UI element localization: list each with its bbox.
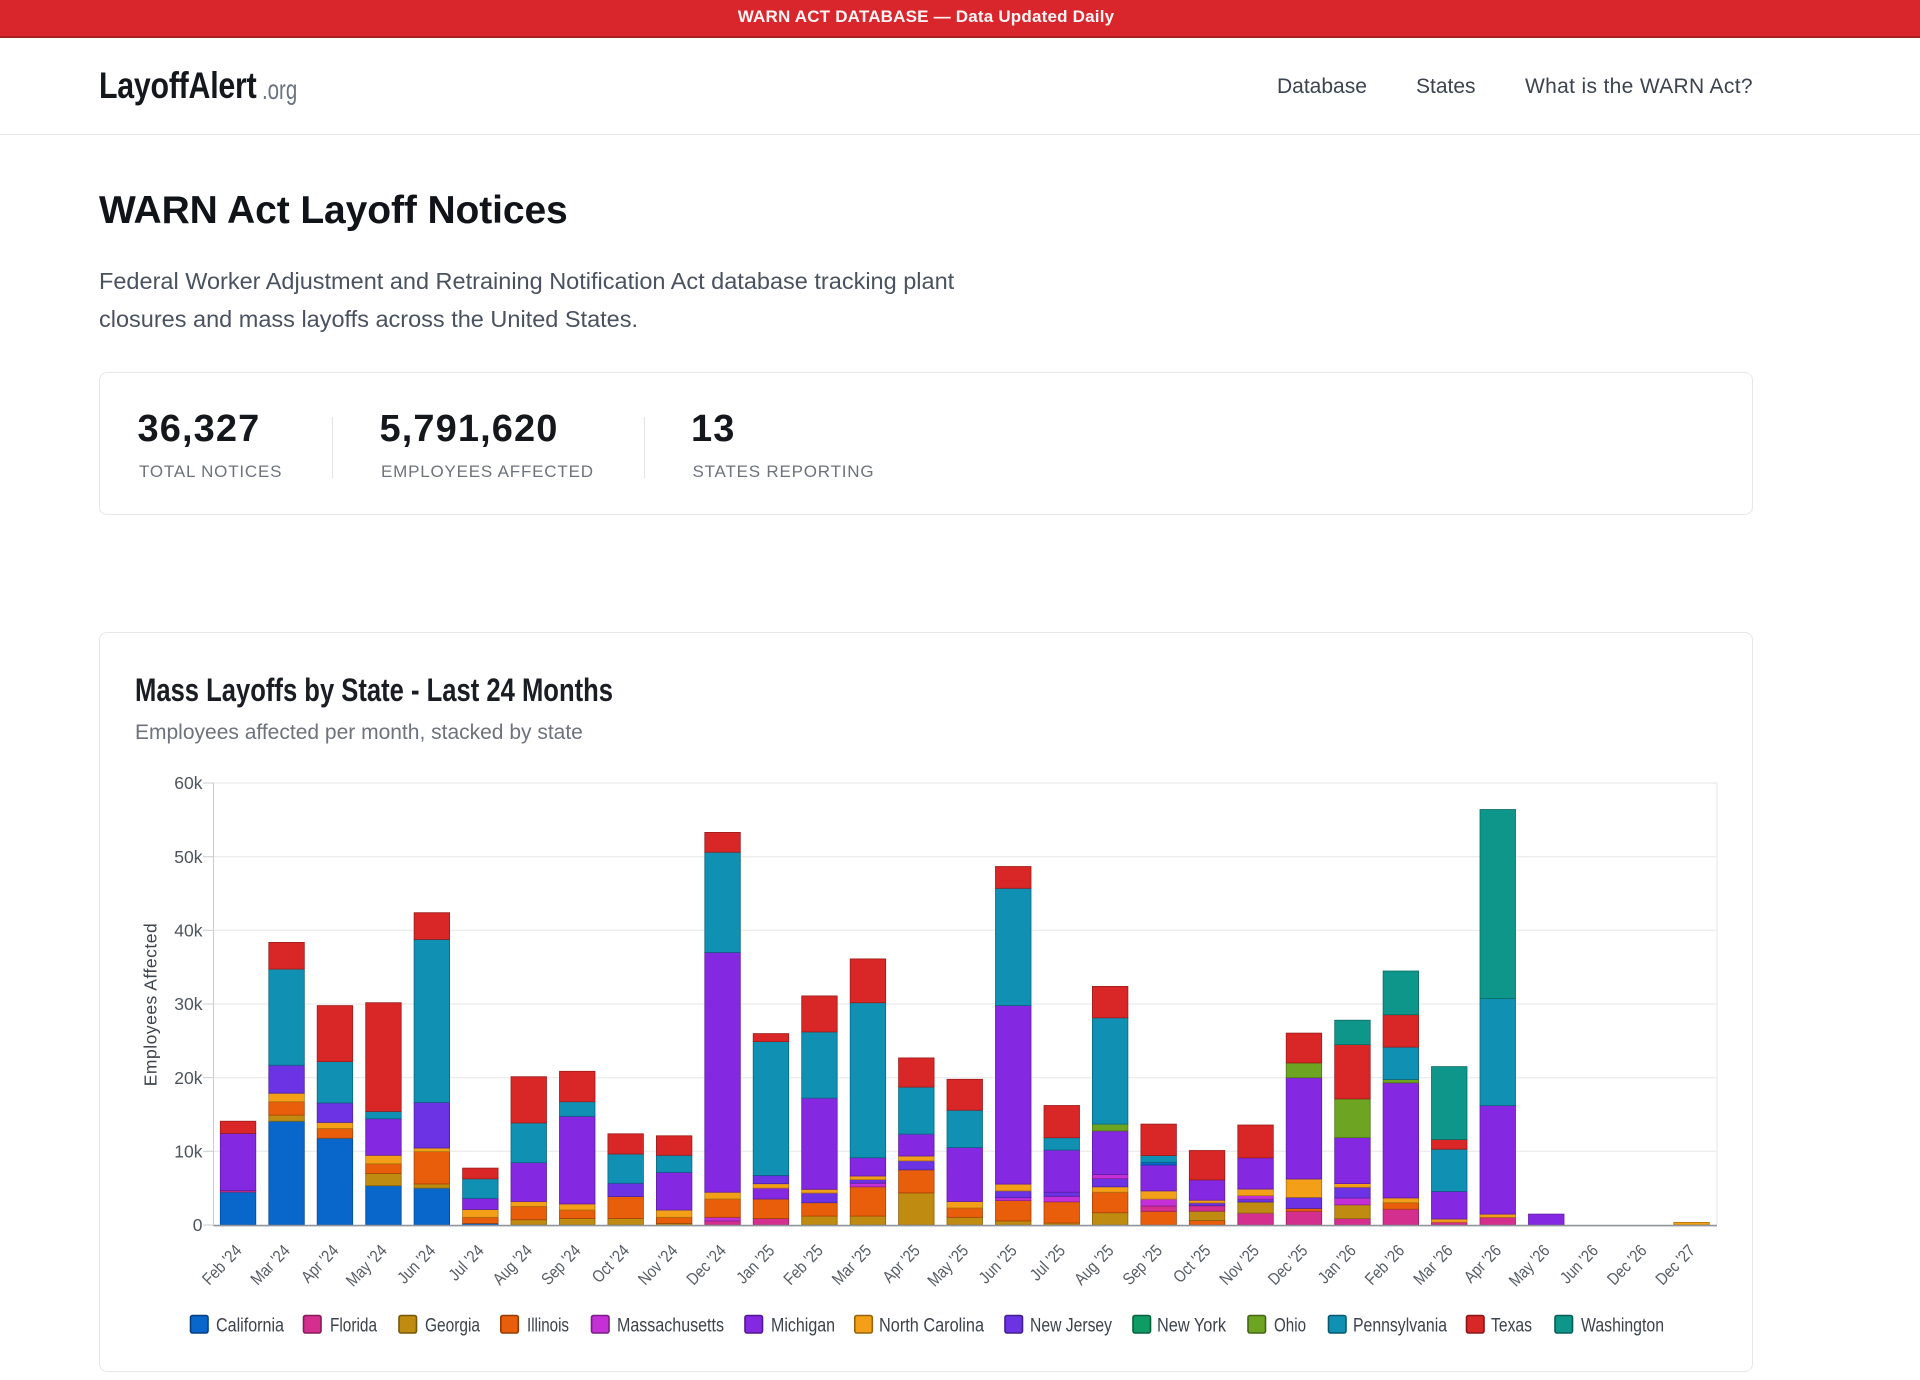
svg-text:Illinois: Illinois <box>527 1316 569 1337</box>
svg-text:20k: 20k <box>174 1068 202 1088</box>
svg-text:Employees Affected: Employees Affected <box>141 923 161 1086</box>
svg-text:May '26: May '26 <box>1505 1241 1553 1290</box>
svg-text:30k: 30k <box>174 994 202 1014</box>
svg-text:California: California <box>216 1316 284 1337</box>
svg-text:Florida: Florida <box>330 1316 377 1337</box>
svg-text:May '25: May '25 <box>924 1241 972 1290</box>
svg-text:50k: 50k <box>174 847 202 867</box>
svg-text:40k: 40k <box>174 921 202 941</box>
svg-text:Aug '24: Aug '24 <box>489 1241 536 1289</box>
svg-text:Jul '24: Jul '24 <box>445 1241 488 1284</box>
svg-text:Texas: Texas <box>1491 1316 1532 1337</box>
svg-text:Jun '26: Jun '26 <box>1556 1241 1602 1287</box>
svg-text:North Carolina: North Carolina <box>879 1316 984 1337</box>
svg-text:Dec '27: Dec '27 <box>1652 1241 1699 1289</box>
svg-text:Pennsylvania: Pennsylvania <box>1353 1316 1447 1337</box>
svg-text:0: 0 <box>193 1215 203 1235</box>
svg-text:Feb '25: Feb '25 <box>780 1241 827 1289</box>
svg-text:10k: 10k <box>174 1142 202 1162</box>
svg-text:Jan '26: Jan '26 <box>1314 1241 1360 1287</box>
svg-text:Mar '25: Mar '25 <box>828 1241 875 1289</box>
svg-text:New Jersey: New Jersey <box>1030 1316 1112 1337</box>
svg-text:Jul '25: Jul '25 <box>1026 1241 1069 1284</box>
svg-text:Mar '24: Mar '24 <box>247 1241 294 1289</box>
svg-text:Apr '25: Apr '25 <box>879 1241 924 1287</box>
svg-text:Jun '24: Jun '24 <box>394 1241 440 1287</box>
svg-text:Sep '25: Sep '25 <box>1119 1241 1166 1289</box>
svg-text:Dec '26: Dec '26 <box>1603 1241 1650 1289</box>
svg-text:Dec '25: Dec '25 <box>1264 1241 1311 1289</box>
svg-text:Aug '25: Aug '25 <box>1071 1241 1118 1289</box>
svg-text:Jan '25: Jan '25 <box>733 1241 779 1287</box>
svg-text:Michigan: Michigan <box>771 1316 835 1337</box>
svg-text:Georgia: Georgia <box>425 1316 480 1337</box>
svg-text:Apr '26: Apr '26 <box>1460 1241 1505 1287</box>
svg-text:Jun '25: Jun '25 <box>975 1241 1021 1287</box>
svg-text:Nov '25: Nov '25 <box>1216 1241 1263 1289</box>
svg-text:Ohio: Ohio <box>1274 1316 1306 1337</box>
svg-text:Oct '25: Oct '25 <box>1169 1241 1214 1287</box>
svg-text:Apr '24: Apr '24 <box>297 1241 342 1287</box>
svg-text:Massachusetts: Massachusetts <box>617 1316 724 1337</box>
svg-text:60k: 60k <box>174 773 202 793</box>
svg-text:Sep '24: Sep '24 <box>538 1241 585 1289</box>
svg-text:Dec '24: Dec '24 <box>683 1241 730 1289</box>
svg-text:Washington: Washington <box>1581 1316 1664 1337</box>
svg-text:Feb '26: Feb '26 <box>1361 1241 1408 1289</box>
svg-text:Nov '24: Nov '24 <box>634 1241 681 1289</box>
svg-text:New York: New York <box>1157 1316 1226 1337</box>
svg-text:May '24: May '24 <box>342 1241 390 1290</box>
svg-text:Mar '26: Mar '26 <box>1410 1241 1457 1289</box>
svg-text:Oct '24: Oct '24 <box>588 1241 633 1287</box>
svg-text:Feb '24: Feb '24 <box>198 1241 245 1289</box>
